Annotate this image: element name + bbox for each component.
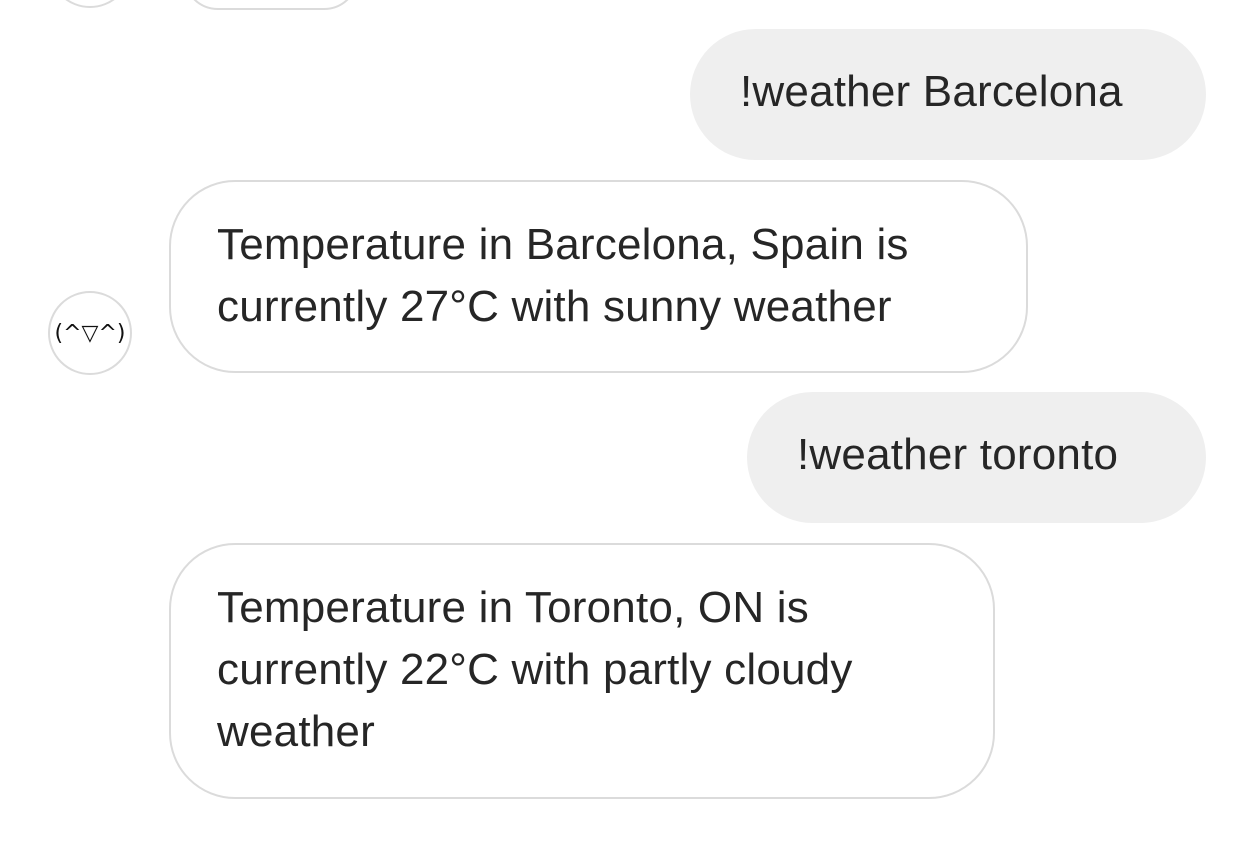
message-text-line-2: currently 27°C with sunny weather [217,282,892,331]
message-bubble-previous [183,0,359,10]
incoming-message-bubble: Temperature in Toronto, ON is currently … [169,543,995,799]
incoming-message-bubble: Temperature in Barcelona, Spain is curre… [169,180,1028,373]
message-text-line-3: weather [217,707,375,756]
message-text-line-1: Temperature in Barcelona, Spain is [217,220,909,269]
message-text-line-2: currently 22°C with partly cloudy [217,645,853,694]
bot-avatar-emoticon: (^▽^) [54,320,126,346]
message-text-line-1: Temperature in Toronto, ON is [217,583,809,632]
avatar-previous [48,0,132,8]
outgoing-message-bubble: !weather toronto [747,392,1206,523]
message-text: !weather Barcelona [740,67,1123,116]
message-text: !weather toronto [797,430,1119,479]
outgoing-message-bubble: !weather Barcelona [690,29,1206,160]
bot-avatar[interactable]: (^▽^) [48,291,132,375]
